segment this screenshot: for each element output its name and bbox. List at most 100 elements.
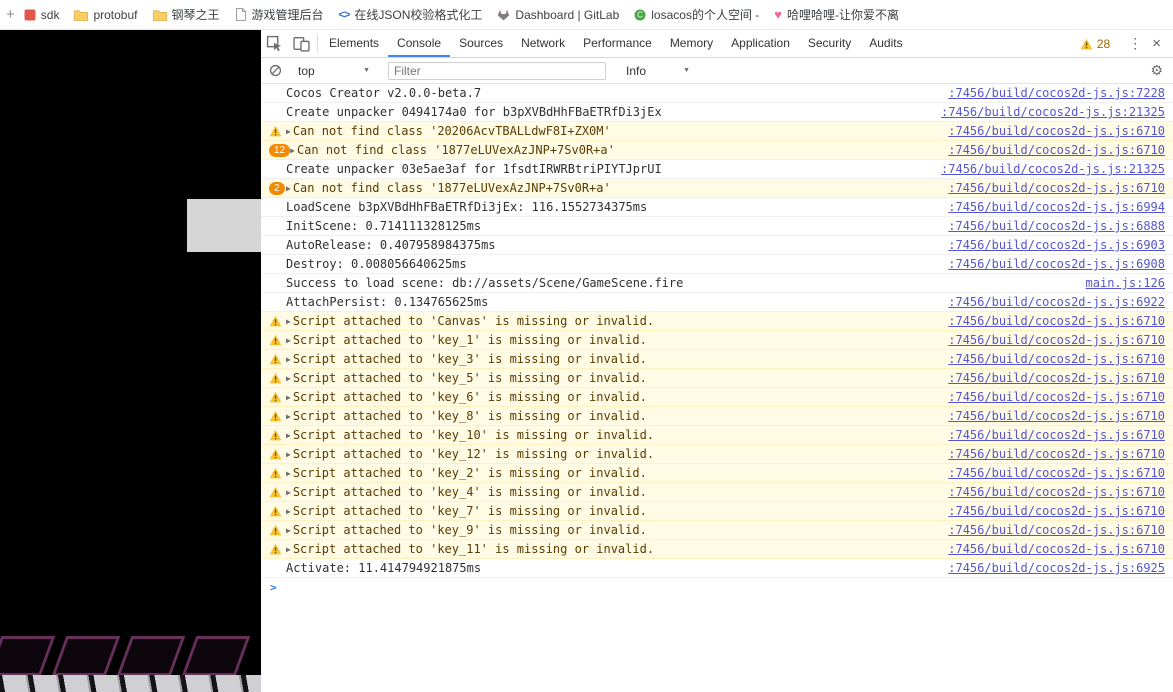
piano-key xyxy=(0,636,56,676)
bookmark-item[interactable]: ♥ 哈哩哈哩-让你爱不离 xyxy=(774,6,899,23)
console-filter-input[interactable] xyxy=(388,61,606,80)
console-row-icon-slot xyxy=(269,125,286,137)
clear-console-icon[interactable] xyxy=(269,64,282,77)
warning-icon xyxy=(269,391,282,403)
console-source-link[interactable]: :7456/build/cocos2d-js.js:21325 xyxy=(929,105,1165,119)
console-source-link[interactable]: :7456/build/cocos2d-js.js:6710 xyxy=(936,181,1165,195)
expand-arrow-icon[interactable]: ▶ xyxy=(290,146,295,155)
tab-security[interactable]: Security xyxy=(799,30,860,57)
console-source-link[interactable]: :7456/build/cocos2d-js.js:6925 xyxy=(936,561,1165,575)
console-row-icon-slot xyxy=(269,429,286,441)
tab-audits[interactable]: Audits xyxy=(860,30,911,57)
tab-network[interactable]: Network xyxy=(512,30,574,57)
console-source-link[interactable]: :7456/build/cocos2d-js.js:6908 xyxy=(936,257,1165,271)
console-row: ▶ Script attached to 'key_11' is missing… xyxy=(261,540,1173,559)
console-row: ▶ Can not find class '20206AcvTBALLdwF8I… xyxy=(261,122,1173,141)
console-message-list: Cocos Creator v2.0.0-beta.7 :7456/build/… xyxy=(261,84,1173,692)
warnings-indicator[interactable]: 28 xyxy=(1080,37,1110,51)
expand-arrow-icon[interactable]: ▶ xyxy=(286,469,291,478)
bookmark-item[interactable]: protobuf xyxy=(74,8,138,22)
console-source-link[interactable]: :7456/build/cocos2d-js.js:6710 xyxy=(936,143,1165,157)
console-prompt-row[interactable]: > xyxy=(261,578,1173,597)
warning-icon xyxy=(269,125,282,137)
kebab-menu-icon[interactable]: ⋮ xyxy=(1120,35,1150,52)
console-source-link[interactable]: :7456/build/cocos2d-js.js:6710 xyxy=(936,523,1165,537)
console-message-text: Cocos Creator v2.0.0-beta.7 xyxy=(286,86,482,100)
console-message-text: Script attached to 'key_9' is missing or… xyxy=(292,523,647,537)
console-row-icon-slot xyxy=(269,315,286,327)
warning-icon xyxy=(269,372,282,384)
plus-icon[interactable]: + xyxy=(6,6,15,23)
tab-sources[interactable]: Sources xyxy=(450,30,512,57)
close-devtools-icon[interactable]: × xyxy=(1150,35,1169,52)
toolbar-separator xyxy=(317,34,318,53)
expand-arrow-icon[interactable]: ▶ xyxy=(286,412,291,421)
console-source-link[interactable]: :7456/build/cocos2d-js.js:6994 xyxy=(936,200,1165,214)
expand-arrow-icon[interactable]: ▶ xyxy=(286,545,291,554)
execution-context-select[interactable]: top ▼ xyxy=(294,64,374,78)
heart-icon: ♥ xyxy=(774,6,783,22)
tab-elements[interactable]: Elements xyxy=(320,30,388,57)
expand-arrow-icon[interactable]: ▶ xyxy=(286,336,291,345)
log-level-select[interactable]: Info ▼ xyxy=(622,64,694,78)
bookmark-item[interactable]: 钢琴之王 xyxy=(152,6,220,23)
bookmark-item[interactable]: 游戏管理后台 xyxy=(235,6,324,23)
console-source-link[interactable]: :7456/build/cocos2d-js.js:6710 xyxy=(936,390,1165,404)
svg-text:C: C xyxy=(637,10,643,19)
console-source-link[interactable]: :7456/build/cocos2d-js.js:6888 xyxy=(936,219,1165,233)
console-message-text: Destroy: 0.008056640625ms xyxy=(286,257,467,271)
expand-arrow-icon[interactable]: ▶ xyxy=(286,488,291,497)
console-message-text: Script attached to 'Canvas' is missing o… xyxy=(292,314,655,328)
console-source-link[interactable]: :7456/build/cocos2d-js.js:6710 xyxy=(936,466,1165,480)
expand-arrow-icon[interactable]: ▶ xyxy=(286,431,291,440)
warning-icon xyxy=(269,315,282,327)
expand-arrow-icon[interactable]: ▶ xyxy=(286,184,291,193)
tab-memory[interactable]: Memory xyxy=(661,30,722,57)
console-message-text: InitScene: 0.714111328125ms xyxy=(286,219,482,233)
console-source-link[interactable]: :7456/build/cocos2d-js.js:7228 xyxy=(936,86,1165,100)
console-source-link[interactable]: :7456/build/cocos2d-js.js:6903 xyxy=(936,238,1165,252)
console-source-link[interactable]: :7456/build/cocos2d-js.js:6710 xyxy=(936,542,1165,556)
console-source-link[interactable]: :7456/build/cocos2d-js.js:6710 xyxy=(936,314,1165,328)
console-source-link[interactable]: :7456/build/cocos2d-js.js:6710 xyxy=(936,124,1165,138)
console-source-link[interactable]: main.js:126 xyxy=(1074,276,1165,290)
console-source-link[interactable]: :7456/build/cocos2d-js.js:6710 xyxy=(936,333,1165,347)
console-source-link[interactable]: :7456/build/cocos2d-js.js:6710 xyxy=(936,409,1165,423)
expand-arrow-icon[interactable]: ▶ xyxy=(286,127,291,136)
bookmark-item[interactable]: C losacos的个人空间 - xyxy=(634,6,759,23)
bookmark-label: 钢琴之王 xyxy=(171,8,220,22)
expand-arrow-icon[interactable]: ▶ xyxy=(286,450,291,459)
bookmark-item[interactable]: <> 在线JSON校验格式化工 xyxy=(339,6,483,23)
folder-icon xyxy=(74,9,89,21)
console-row: AttachPersist: 0.134765625ms :7456/build… xyxy=(261,293,1173,312)
warning-icon xyxy=(269,505,282,517)
bookmark-item[interactable]: sdk xyxy=(24,8,59,22)
inspect-element-icon[interactable] xyxy=(261,30,288,57)
game-canvas-area[interactable] xyxy=(0,30,261,692)
console-source-link[interactable]: :7456/build/cocos2d-js.js:6710 xyxy=(936,428,1165,442)
bookmark-item[interactable]: Dashboard | GitLab xyxy=(497,8,619,22)
console-row-icon-slot xyxy=(269,353,286,365)
game-gray-panel xyxy=(187,199,261,252)
expand-arrow-icon[interactable]: ▶ xyxy=(286,317,291,326)
console-settings-gear-icon[interactable]: ⚙ xyxy=(1150,62,1165,79)
console-source-link[interactable]: :7456/build/cocos2d-js.js:6922 xyxy=(936,295,1165,309)
expand-arrow-icon[interactable]: ▶ xyxy=(286,374,291,383)
expand-arrow-icon[interactable]: ▶ xyxy=(286,355,291,364)
console-source-link[interactable]: :7456/build/cocos2d-js.js:6710 xyxy=(936,352,1165,366)
tab-application[interactable]: Application xyxy=(722,30,799,57)
console-toolbar: top ▼ Info ▼ ⚙ xyxy=(261,58,1173,84)
console-source-link[interactable]: :7456/build/cocos2d-js.js:6710 xyxy=(936,504,1165,518)
console-source-link[interactable]: :7456/build/cocos2d-js.js:6710 xyxy=(936,447,1165,461)
chevron-down-icon: ▼ xyxy=(683,67,690,74)
console-source-link[interactable]: :7456/build/cocos2d-js.js:21325 xyxy=(929,162,1165,176)
console-source-link[interactable]: :7456/build/cocos2d-js.js:6710 xyxy=(936,485,1165,499)
expand-arrow-icon[interactable]: ▶ xyxy=(286,526,291,535)
tab-performance[interactable]: Performance xyxy=(574,30,661,57)
expand-arrow-icon[interactable]: ▶ xyxy=(286,507,291,516)
device-toolbar-icon[interactable] xyxy=(288,30,315,57)
tab-console[interactable]: Console xyxy=(388,30,451,57)
warning-icon xyxy=(269,543,282,555)
expand-arrow-icon[interactable]: ▶ xyxy=(286,393,291,402)
console-source-link[interactable]: :7456/build/cocos2d-js.js:6710 xyxy=(936,371,1165,385)
